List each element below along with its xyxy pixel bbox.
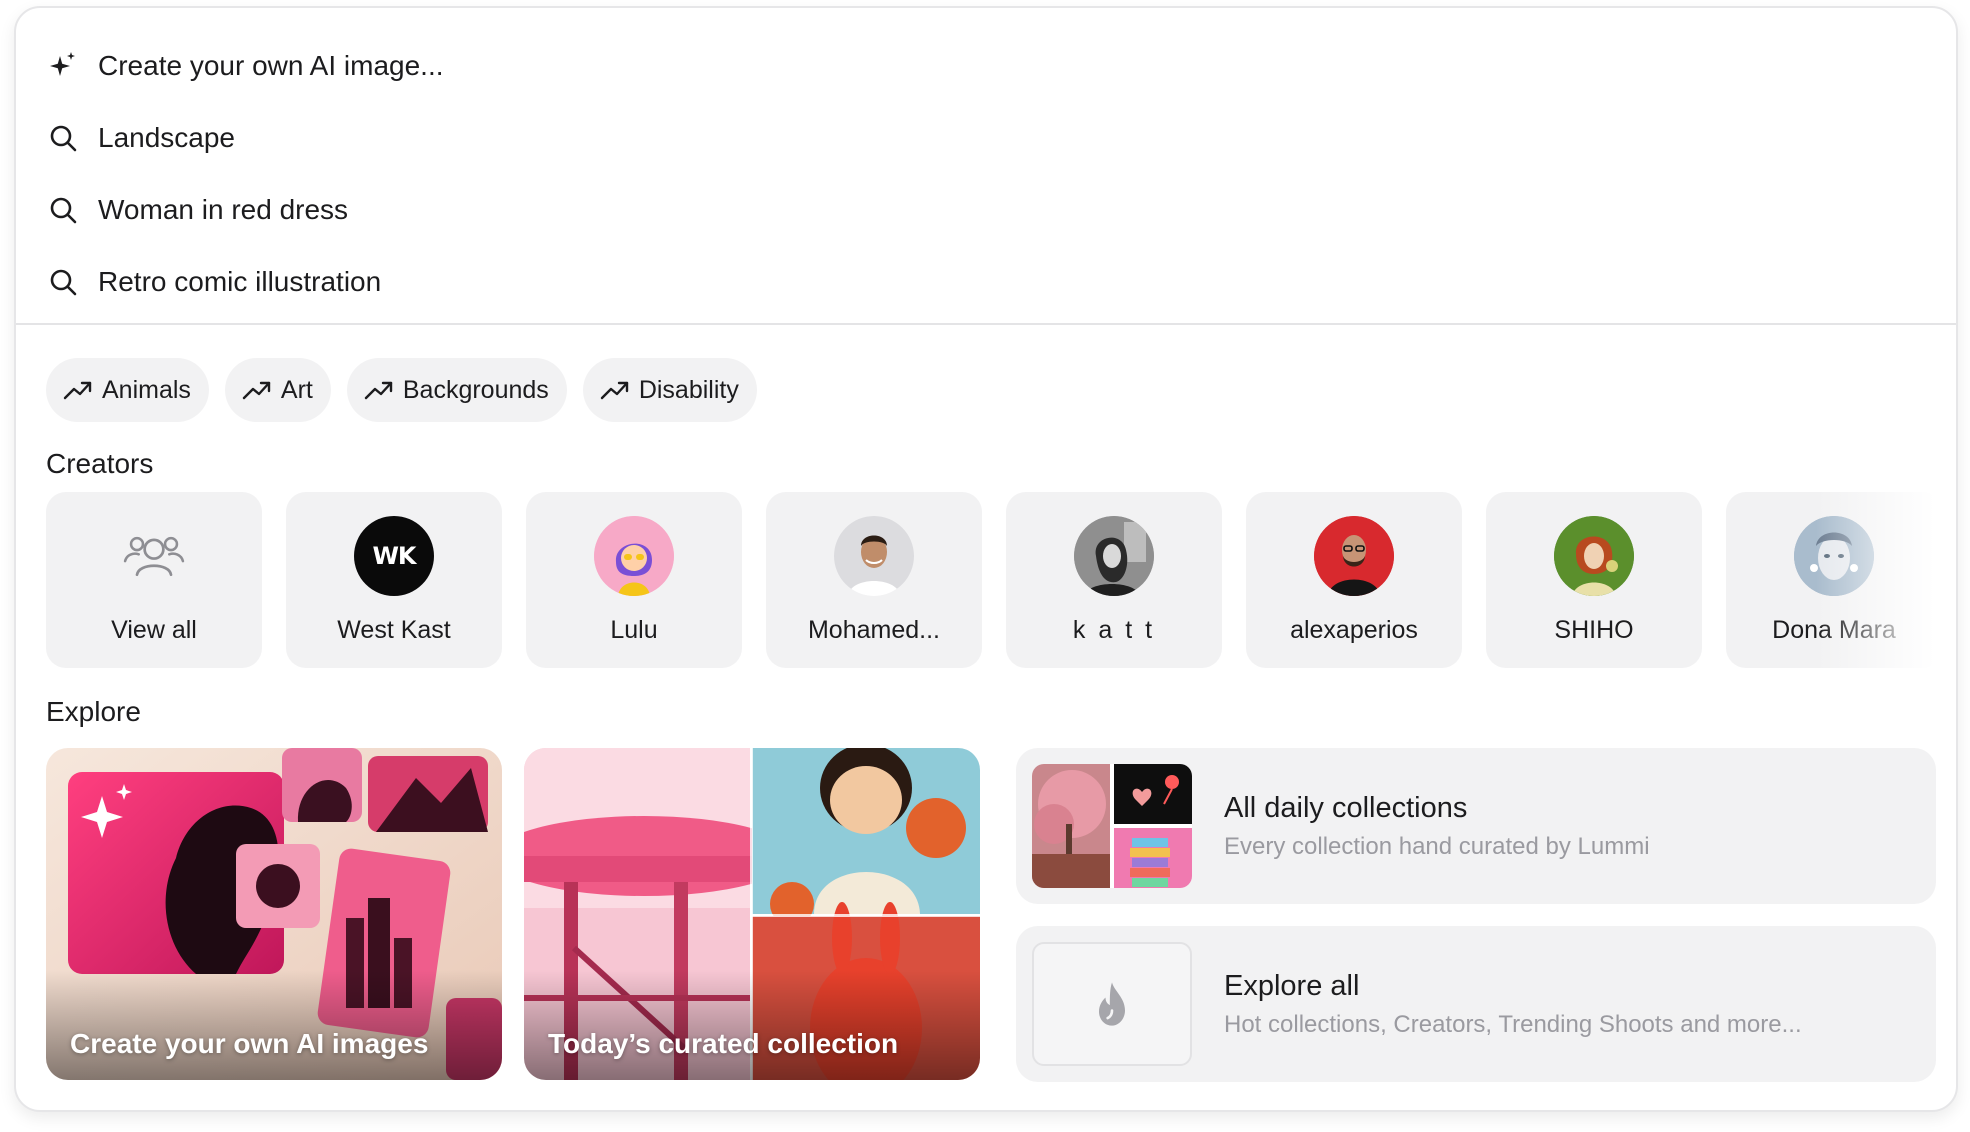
chip-disability[interactable]: Disability bbox=[582, 358, 757, 422]
chip-label: Art bbox=[280, 375, 313, 404]
suggestion-label: Landscape bbox=[98, 122, 236, 153]
chip-label: Backgrounds bbox=[402, 375, 549, 404]
chip-backgrounds[interactable]: Backgrounds bbox=[346, 358, 567, 422]
suggestion-list: Create your own AI image... Landscape Wo… bbox=[16, 8, 1956, 318]
curated-collection-tile[interactable]: Today’s curated collection bbox=[524, 748, 980, 1080]
creator-shiho[interactable]: SHIHO bbox=[1486, 492, 1702, 668]
tile-caption: Today’s curated collection bbox=[548, 1028, 899, 1059]
suggestion-landscape[interactable]: Landscape bbox=[16, 102, 1956, 174]
avatar bbox=[1314, 516, 1394, 596]
chip-animals[interactable]: Animals bbox=[46, 358, 209, 422]
trending-icon bbox=[242, 381, 271, 400]
trending-chips: Animals Art Backgrounds Disability bbox=[46, 358, 757, 422]
divider bbox=[16, 323, 1956, 325]
suggestion-label: Retro comic illustration bbox=[98, 266, 382, 297]
suggestion-label: Create your own AI image... bbox=[98, 50, 444, 81]
card-title: Explore all bbox=[1224, 969, 1360, 1002]
creators-title: Creators bbox=[46, 448, 154, 479]
chip-label: Animals bbox=[102, 375, 191, 404]
suggestion-label: Woman in red dress bbox=[98, 194, 349, 225]
chip-label: Disability bbox=[638, 375, 739, 404]
creator-name: SHIHO bbox=[1554, 616, 1634, 644]
avatar bbox=[1554, 516, 1634, 596]
creator-name: Dona Mara bbox=[1772, 616, 1896, 644]
creator-name: alexaperios bbox=[1290, 616, 1418, 644]
avatar bbox=[834, 516, 914, 596]
search-icon bbox=[46, 265, 80, 299]
all-daily-collections-card[interactable]: All daily collections Every collection h… bbox=[1016, 748, 1936, 904]
creator-katt[interactable]: k a t t bbox=[1006, 492, 1222, 668]
creator-name: View all bbox=[111, 616, 197, 644]
creator-west-kast[interactable]: WK West Kast bbox=[286, 492, 502, 668]
explore-all-thumbnail bbox=[1032, 942, 1192, 1066]
creator-name: Mohamed... bbox=[807, 616, 940, 644]
daily-collections-thumbnail bbox=[1032, 764, 1192, 888]
explore-title: Explore bbox=[46, 696, 141, 727]
caption-shade bbox=[46, 970, 502, 1080]
avatar bbox=[1074, 516, 1154, 596]
card-subtitle: Hot collections, Creators, Trending Shoo… bbox=[1224, 1010, 1802, 1038]
sparkle-icon bbox=[46, 49, 80, 83]
explore-all-card[interactable]: Explore all Hot collections, Creators, T… bbox=[1016, 926, 1936, 1082]
creator-name: West Kast bbox=[337, 616, 451, 644]
avatar bbox=[594, 516, 674, 596]
suggestion-retro-comic[interactable]: Retro comic illustration bbox=[16, 246, 1956, 318]
avatar bbox=[1794, 516, 1874, 596]
flame-icon bbox=[1099, 982, 1125, 1026]
creator-name: k a t t bbox=[1072, 616, 1156, 644]
card-title: All daily collections bbox=[1224, 791, 1468, 824]
suggestion-woman-red-dress[interactable]: Woman in red dress bbox=[16, 174, 1956, 246]
trending-icon bbox=[63, 381, 92, 400]
caption-shade bbox=[524, 970, 980, 1080]
suggestion-create-ai[interactable]: Create your own AI image... bbox=[16, 30, 1956, 102]
chip-art[interactable]: Art bbox=[224, 358, 331, 422]
search-icon bbox=[46, 121, 80, 155]
creator-lulu[interactable]: Lulu bbox=[526, 492, 742, 668]
creator-mohamed[interactable]: Mohamed... bbox=[766, 492, 982, 668]
avatar-initials: WK bbox=[372, 542, 416, 570]
avatar: WK bbox=[354, 516, 434, 596]
users-icon bbox=[114, 516, 194, 596]
creator-view-all[interactable]: View all bbox=[46, 492, 262, 668]
card-subtitle: Every collection hand curated by Lummi bbox=[1224, 832, 1650, 860]
creator-dona-mara[interactable]: Dona Mara bbox=[1726, 492, 1942, 668]
search-dropdown-panel: Create your own AI image... Landscape Wo… bbox=[14, 6, 1958, 1112]
trending-icon bbox=[364, 381, 393, 400]
creator-alexaperios[interactable]: alexaperios bbox=[1246, 492, 1462, 668]
search-icon bbox=[46, 193, 80, 227]
trending-icon bbox=[600, 381, 629, 400]
create-ai-images-tile[interactable]: Create your own AI images bbox=[46, 748, 502, 1080]
tile-caption: Create your own AI images bbox=[70, 1028, 429, 1059]
creator-name: Lulu bbox=[610, 616, 658, 644]
creators-row: View all WK West Kast Lulu Mohamed... k … bbox=[46, 492, 1946, 668]
